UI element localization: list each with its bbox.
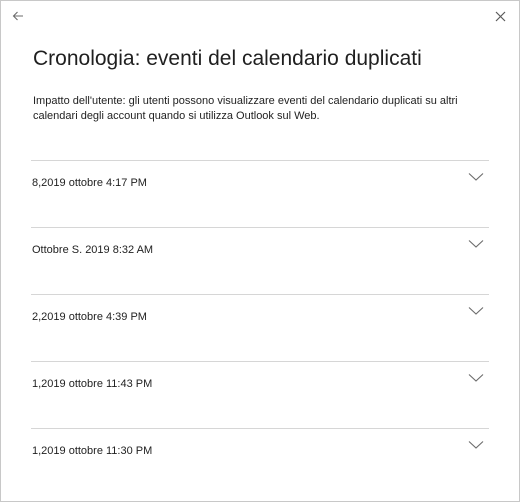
history-item[interactable]: Ottobre S. 2019 8:32 AM bbox=[31, 227, 489, 294]
history-item-date: 8,2019 ottobre 4:17 PM bbox=[32, 177, 147, 189]
history-item-date: 1,2019 ottobre 11:30 PM bbox=[32, 445, 153, 457]
history-panel: Cronologia: eventi del calendario duplic… bbox=[0, 0, 520, 502]
close-button[interactable] bbox=[491, 7, 509, 25]
page-title: Cronologia: eventi del calendario duplic… bbox=[33, 47, 422, 70]
chevron-down-icon[interactable] bbox=[468, 373, 484, 383]
history-item-date: Ottobre S. 2019 8:32 AM bbox=[32, 244, 154, 256]
history-item-date: 2,2019 ottobre 4:39 PM bbox=[32, 311, 147, 323]
history-list: 8,2019 ottobre 4:17 PM Ottobre S. 2019 8… bbox=[31, 160, 489, 495]
history-item[interactable]: 2,2019 ottobre 4:39 PM bbox=[31, 294, 489, 361]
chevron-down-icon[interactable] bbox=[468, 306, 484, 316]
back-button[interactable] bbox=[9, 7, 27, 25]
chevron-down-icon[interactable] bbox=[468, 172, 484, 182]
chevron-down-icon[interactable] bbox=[468, 239, 484, 249]
user-impact-text: Impatto dell'utente: gli utenti possono … bbox=[33, 95, 458, 122]
close-icon bbox=[495, 11, 505, 21]
history-item[interactable]: 8,2019 ottobre 4:17 PM bbox=[31, 160, 489, 227]
chevron-down-icon[interactable] bbox=[468, 440, 484, 450]
arrow-left-icon bbox=[12, 11, 23, 21]
history-item[interactable]: 1,2019 ottobre 11:30 PM bbox=[31, 428, 489, 495]
history-item-date: 1,2019 ottobre 11:43 PM bbox=[32, 378, 153, 390]
history-item[interactable]: 1,2019 ottobre 11:43 PM bbox=[31, 361, 489, 428]
